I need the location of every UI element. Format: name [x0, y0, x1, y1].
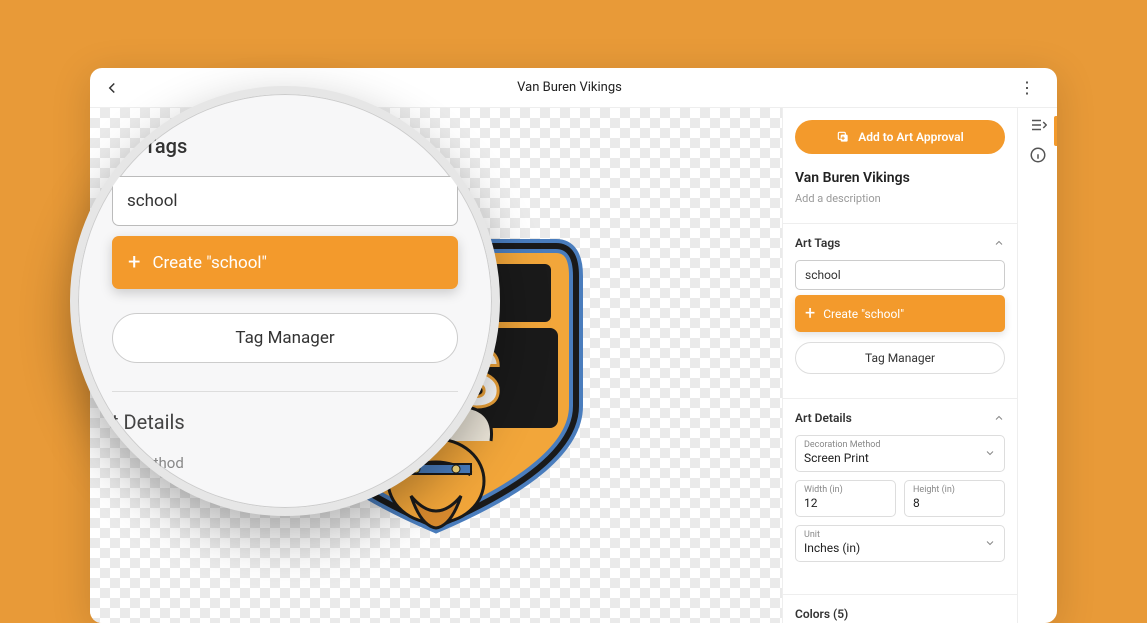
plus-icon: + [128, 250, 140, 275]
tag-search-input[interactable] [795, 260, 1005, 290]
chevron-up-icon[interactable] [993, 237, 1005, 249]
mag-create-label: Create "school" [152, 253, 267, 273]
chevron-up-icon[interactable] [442, 138, 458, 154]
panel-toggle-icon[interactable] [1029, 116, 1047, 134]
side-panel: Add to Art Approval Van Buren Vikings Ad… [782, 108, 1017, 623]
width-input[interactable]: Width (in) 12 [795, 480, 896, 517]
decoration-method-select[interactable]: Decoration Method Screen Print [795, 435, 1005, 472]
unit-value: Inches (in) [804, 541, 860, 555]
height-label: Height (in) [913, 485, 955, 495]
mag-tag-input[interactable] [112, 176, 458, 226]
art-tags-section: Art Tags + Create "school" Tag Manager [783, 223, 1017, 380]
add-to-art-approval-button[interactable]: Add to Art Approval [795, 120, 1005, 154]
create-prefix: Create [823, 307, 858, 321]
colors-heading: Colors (5) [795, 607, 848, 621]
artwork-title: Van Buren Vikings [795, 170, 1005, 186]
decoration-method-value: Screen Print [804, 451, 881, 465]
height-input[interactable]: Height (in) 8 [904, 480, 1005, 517]
create-tag-button[interactable]: + Create "school" [795, 295, 1005, 332]
mag-art-tags-heading: Art Tags [112, 134, 187, 158]
unit-select[interactable]: Unit Inches (in) [795, 525, 1005, 562]
magnifier-overlay: Art Tags + Create "school" Tag Manager t… [70, 86, 500, 516]
add-approval-icon [836, 130, 850, 144]
create-quoted: "school" [861, 307, 904, 321]
chevron-down-icon [984, 447, 996, 459]
plus-icon: + [805, 303, 815, 324]
art-details-section: Art Details Decoration Method Screen Pri… [783, 398, 1017, 576]
art-details-heading: Art Details [795, 411, 852, 425]
tag-manager-button[interactable]: Tag Manager [795, 342, 1005, 374]
chevron-up-icon[interactable] [993, 412, 1005, 424]
mag-create-tag-button[interactable]: + Create "school" [112, 236, 458, 289]
mag-tag-manager-button[interactable]: Tag Manager [112, 313, 458, 363]
more-menu-icon[interactable]: ⋮ [1017, 78, 1037, 97]
unit-label: Unit [804, 530, 860, 540]
width-label: Width (in) [804, 485, 843, 495]
decoration-method-label: Decoration Method [804, 440, 881, 450]
mag-details-heading-partial: t Details [112, 410, 458, 434]
description-placeholder[interactable]: Add a description [795, 192, 1005, 205]
width-value: 12 [804, 496, 843, 510]
approval-button-label: Add to Art Approval [858, 130, 964, 144]
info-icon[interactable] [1029, 146, 1047, 164]
mag-method-label-partial: on Method [112, 454, 458, 472]
height-value: 8 [913, 496, 955, 510]
chevron-down-icon [984, 537, 996, 549]
rail-active-indicator [1054, 116, 1057, 146]
colors-section: Colors (5) [783, 594, 1017, 623]
right-rail [1017, 108, 1057, 623]
art-tags-heading: Art Tags [795, 236, 840, 250]
